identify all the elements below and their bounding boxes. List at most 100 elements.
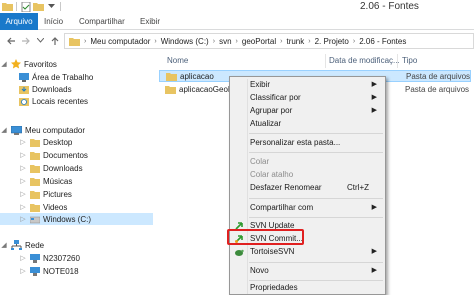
breadcrumb-trunk[interactable]: trunk: [286, 37, 304, 46]
dropdown-arrow-icon[interactable]: [46, 1, 57, 12]
menu-item-colar[interactable]: Colar: [232, 156, 383, 168]
menu-item-atualizar[interactable]: Atualizar: [232, 118, 383, 130]
menu-item-tortoisesvn[interactable]: TortoiseSVN ▶: [232, 246, 383, 258]
menu-item-agrupar-por[interactable]: Agrupar por ▶: [232, 105, 383, 117]
tab-exibir[interactable]: Exibir: [134, 13, 166, 30]
nav-item-n2307260[interactable]: ▷ N2307260: [19, 252, 80, 264]
nav-item-locais-recentes[interactable]: Locais recentes: [19, 95, 88, 107]
nav-item-label: N2307260: [43, 253, 80, 263]
menu-separator: [249, 280, 383, 281]
expand-icon[interactable]: ▷: [19, 267, 27, 275]
nav-favorites[interactable]: ◢ Favoritos: [0, 58, 57, 70]
file-name: aplicacaoGeoPl: [179, 84, 236, 94]
breadcrumb-svn[interactable]: svn: [219, 37, 231, 46]
expand-icon[interactable]: ▷: [19, 190, 27, 198]
ribbon-tabs: Arquivo Início Compartilhar Exibir: [0, 13, 474, 30]
folder-icon: [30, 151, 40, 160]
breadcrumb-separator[interactable]: ›: [154, 38, 156, 45]
nav-item-musicas[interactable]: ▷ Músicas: [19, 175, 72, 187]
breadcrumb-separator: ›: [84, 37, 87, 45]
breadcrumb-separator[interactable]: ›: [280, 38, 282, 45]
expand-icon[interactable]: ▷: [19, 164, 27, 172]
collapse-icon[interactable]: ◢: [0, 241, 8, 249]
menu-item-personalizar[interactable]: Personalizar esta pasta...: [232, 137, 383, 149]
menu-item-label: Colar atalho: [250, 170, 294, 179]
navigation-pane: ◢ Favoritos Área de Trabalho Downloads L…: [0, 52, 155, 295]
column-header-date[interactable]: Data de modificaç...: [329, 54, 400, 68]
breadcrumb-geoportal[interactable]: geoPortal: [242, 37, 276, 46]
nav-item-documentos[interactable]: ▷ Documentos: [19, 149, 88, 161]
menu-item-novo[interactable]: Novo ▶: [232, 265, 383, 277]
menu-item-classificar-por[interactable]: Classificar por ▶: [232, 92, 383, 104]
nav-item-downloads-pc[interactable]: ▷ Downloads: [19, 162, 83, 174]
file-type: Pasta de arquivos: [405, 84, 470, 94]
forward-arrow-icon: [21, 37, 30, 44]
column-divider[interactable]: [325, 54, 326, 68]
nav-item-desktop[interactable]: ▷ Desktop: [19, 136, 72, 148]
breadcrumb-separator[interactable]: ›: [213, 38, 215, 45]
breadcrumb-separator[interactable]: ›: [308, 38, 310, 45]
properties-icon[interactable]: [20, 1, 31, 12]
drive-icon: [30, 216, 40, 223]
up-button[interactable]: [48, 34, 61, 47]
title-bar: 2.06 - Fontes: [0, 0, 474, 13]
tab-compartilhar[interactable]: Compartilhar: [73, 13, 131, 30]
breadcrumb-fontes[interactable]: 2.06 - Fontes: [359, 37, 406, 46]
nav-rede[interactable]: ◢ Rede: [0, 239, 44, 251]
breadcrumb-separator[interactable]: ›: [236, 38, 238, 45]
desktop-icon: [19, 72, 29, 82]
submenu-arrow-icon: ▶: [371, 107, 377, 114]
expand-icon[interactable]: ▷: [19, 177, 27, 185]
nav-network-label: Rede: [25, 240, 45, 250]
collapse-icon[interactable]: ◢: [0, 126, 8, 134]
tab-arquivo[interactable]: Arquivo: [0, 13, 38, 30]
nav-meu-computador[interactable]: ◢ Meu computador: [0, 124, 85, 136]
submenu-arrow-icon: ▶: [371, 204, 377, 211]
breadcrumb-windows-c[interactable]: Windows (C:): [161, 37, 209, 46]
menu-item-exibir[interactable]: Exibir ▶: [232, 79, 383, 91]
expand-icon[interactable]: ▷: [19, 138, 27, 146]
context-menu: Exibir ▶ Classificar por ▶ Agrupar por ▶…: [229, 76, 386, 295]
column-divider[interactable]: [397, 54, 398, 68]
nav-item-label: Videos: [43, 202, 68, 212]
column-header-type[interactable]: Tipo: [402, 54, 417, 68]
nav-item-note018[interactable]: ▷ NOTE018: [19, 265, 79, 277]
nav-item-area-de-trabalho[interactable]: Área de Trabalho: [19, 71, 93, 83]
menu-separator: [249, 133, 383, 134]
breadcrumb-separator[interactable]: ›: [353, 38, 355, 45]
breadcrumb-meu-computador[interactable]: Meu computador: [90, 37, 150, 46]
toolbar-separator: [60, 2, 61, 11]
up-arrow-icon: [51, 36, 58, 45]
collapse-icon[interactable]: ◢: [0, 60, 8, 68]
nav-favorites-label: Favoritos: [24, 59, 57, 69]
menu-item-compartilhar-com[interactable]: Compartilhar com ▶: [232, 202, 383, 214]
menu-item-desfazer-renomear[interactable]: Desfazer Renomear Ctrl+Z: [232, 182, 383, 194]
nav-item-label: Documentos: [43, 150, 88, 160]
nav-item-pictures[interactable]: ▷ Pictures: [19, 188, 72, 200]
menu-item-colar-atalho[interactable]: Colar atalho: [232, 169, 383, 181]
file-name: aplicacao: [180, 71, 214, 81]
address-bar[interactable]: › Meu computador › Windows (C:) › svn › …: [64, 33, 474, 49]
menu-item-label: Personalizar esta pasta...: [250, 138, 341, 147]
nav-item-videos[interactable]: ▷ Videos: [19, 201, 67, 213]
nav-item-label: NOTE018: [43, 266, 79, 276]
expand-icon[interactable]: ▷: [19, 215, 27, 223]
menu-item-label: TortoiseSVN: [250, 247, 295, 256]
expand-icon[interactable]: ▷: [19, 254, 27, 262]
folder-icon[interactable]: [2, 1, 13, 12]
breadcrumb-projeto[interactable]: 2. Projeto: [315, 37, 349, 46]
forward-button[interactable]: [19, 34, 32, 47]
folder-icon: [30, 177, 40, 186]
tab-inicio[interactable]: Início: [38, 13, 69, 30]
menu-item-shortcut: Ctrl+Z: [347, 183, 369, 192]
nav-item-windows-c[interactable]: ▷ Windows (C:): [0, 213, 153, 225]
recent-locations-button[interactable]: [34, 34, 47, 47]
back-button[interactable]: [4, 34, 17, 47]
menu-item-propriedades[interactable]: Propriedades: [232, 282, 383, 294]
expand-icon[interactable]: ▷: [19, 151, 27, 159]
new-folder-icon[interactable]: [33, 1, 44, 12]
column-header-name[interactable]: Nome: [167, 54, 188, 68]
nav-item-downloads[interactable]: Downloads: [19, 83, 72, 95]
address-row: › Meu computador › Windows (C:) › svn › …: [0, 30, 474, 52]
expand-icon[interactable]: ▷: [19, 203, 27, 211]
